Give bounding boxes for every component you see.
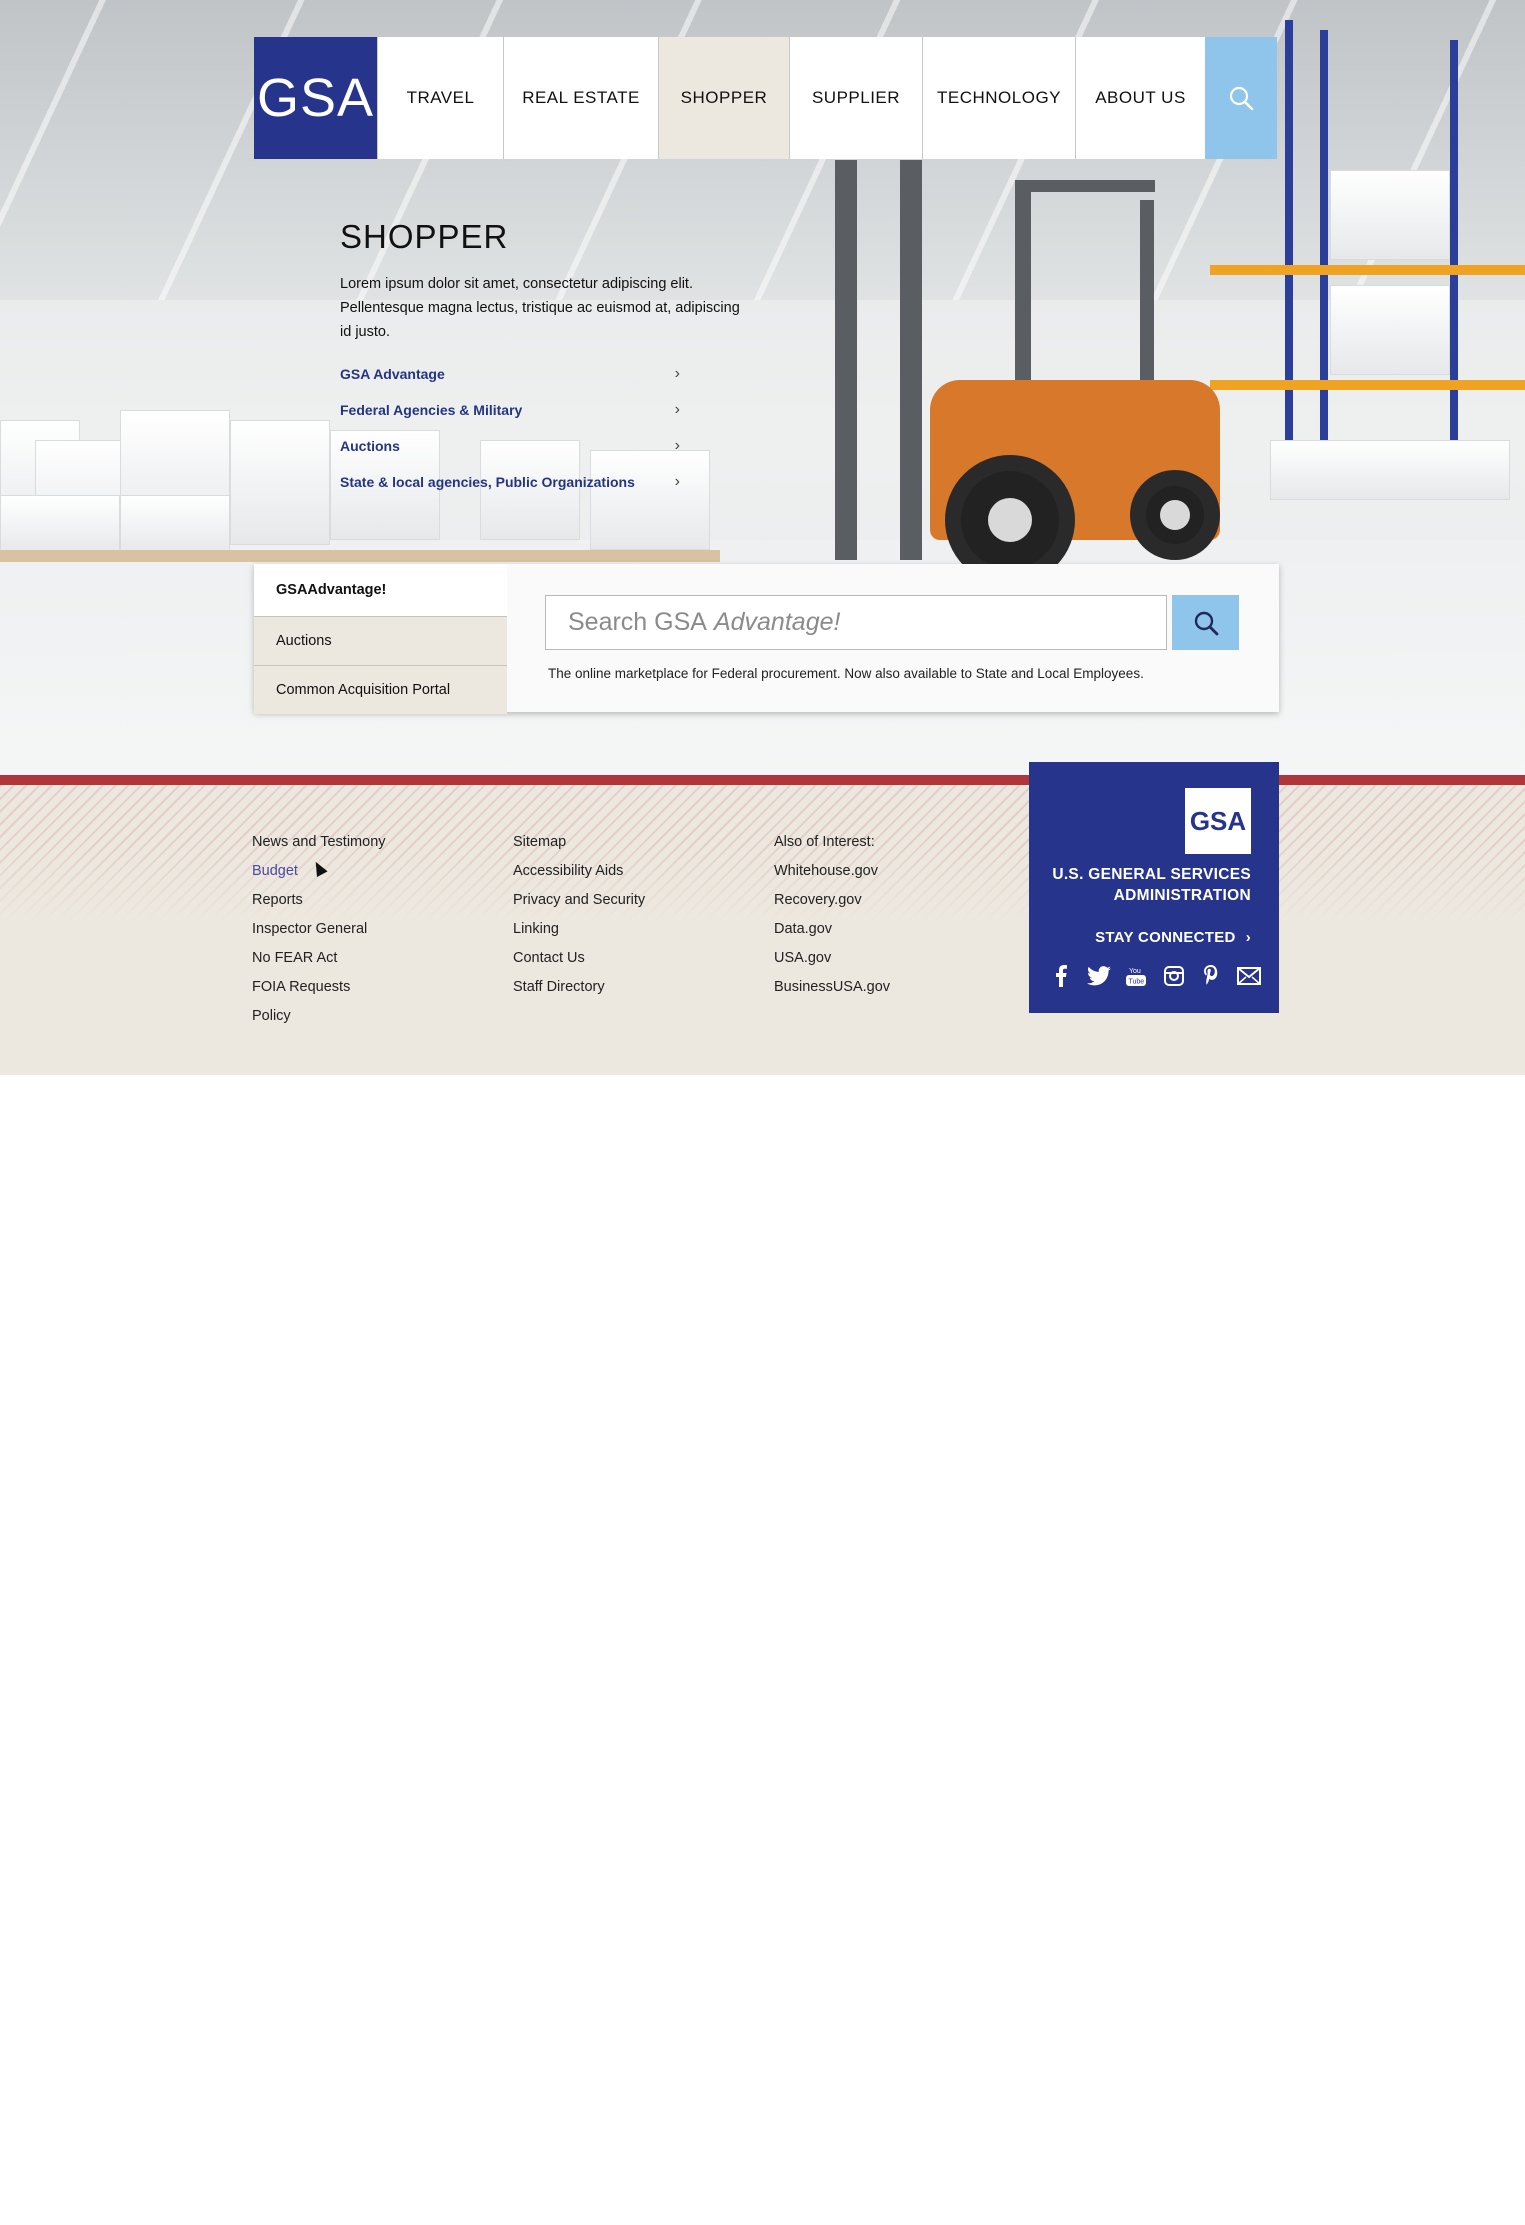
footer-link-usa[interactable]: USA.gov xyxy=(774,944,890,973)
agency-card: GSA U.S. GENERAL SERVICES ADMINISTRATION… xyxy=(1029,762,1279,1013)
footer-link-policy[interactable]: Policy xyxy=(252,1002,386,1031)
footer-col-3: Also of Interest: Whitehouse.gov Recover… xyxy=(774,828,890,1002)
pinterest-icon[interactable] xyxy=(1199,964,1223,988)
footer-link-whitehouse[interactable]: Whitehouse.gov xyxy=(774,857,890,886)
search-panel: GSAAdvantage! Auctions Common Acquisitio… xyxy=(254,564,1279,714)
chevron-right-icon: › xyxy=(674,473,680,490)
search-icon xyxy=(1229,86,1254,111)
footer-heading-also-of-interest: Also of Interest: xyxy=(774,834,875,850)
tab-gsa-advantage[interactable]: GSAAdvantage! xyxy=(254,564,507,616)
chevron-right-icon: › xyxy=(674,365,680,382)
nav-technology[interactable]: TECHNOLOGY xyxy=(922,37,1075,159)
link-label: Auctions xyxy=(340,438,400,454)
forklift-mast xyxy=(900,160,922,560)
gsa-logo-text: GSA xyxy=(256,68,375,128)
search-placeholder-italic: Advantage! xyxy=(713,608,841,636)
search-submit-button[interactable] xyxy=(1172,595,1239,650)
link-federal-agencies[interactable]: Federal Agencies & Military › xyxy=(340,392,680,428)
forklift-wheel xyxy=(1130,470,1220,560)
chevron-right-icon: › xyxy=(674,437,680,454)
pallet xyxy=(0,550,720,562)
gsa-seal-logo[interactable]: GSA xyxy=(1185,788,1251,854)
nav-real-estate[interactable]: REAL ESTATE xyxy=(503,37,658,159)
nav-about-us[interactable]: ABOUT US xyxy=(1075,37,1205,159)
chevron-right-icon: › xyxy=(1245,929,1251,946)
footer-col-1: News and Testimony Budget Reports Inspec… xyxy=(252,828,386,1031)
stay-connected-link[interactable]: STAY CONNECTED › xyxy=(1095,929,1251,946)
email-icon[interactable] xyxy=(1236,964,1261,988)
gsa-logo[interactable]: GSA xyxy=(254,37,377,159)
footer-link-data[interactable]: Data.gov xyxy=(774,915,890,944)
forklift-mast xyxy=(835,160,857,560)
agency-name-line2: ADMINISTRATION xyxy=(1113,887,1251,904)
tab-auctions[interactable]: Auctions xyxy=(254,616,507,665)
agency-name-line1: U.S. GENERAL SERVICES xyxy=(1052,866,1251,883)
footer-stripe xyxy=(0,775,1525,785)
chevron-right-icon: › xyxy=(674,401,680,418)
agency-name: U.S. GENERAL SERVICES ADMINISTRATION xyxy=(1031,864,1251,906)
footer-link-linking[interactable]: Linking xyxy=(513,915,645,944)
forklift-cage xyxy=(1015,180,1155,192)
social-links: You Tube xyxy=(1049,964,1261,988)
footer-link-businessusa[interactable]: BusinessUSA.gov xyxy=(774,973,890,1002)
footer-link-recovery[interactable]: Recovery.gov xyxy=(774,886,890,915)
youtube-icon[interactable]: You Tube xyxy=(1124,964,1148,988)
warehouse-box xyxy=(1330,170,1450,260)
footer-link-staff-directory[interactable]: Staff Directory xyxy=(513,973,645,1002)
footer-link-privacy[interactable]: Privacy and Security xyxy=(513,886,645,915)
tab-common-acquisition-portal[interactable]: Common Acquisition Portal xyxy=(254,665,507,714)
nav-shopper[interactable]: SHOPPER xyxy=(658,37,789,159)
search-placeholder: Search GSA xyxy=(568,608,707,636)
footer-col-2: Sitemap Accessibility Aids Privacy and S… xyxy=(513,828,645,1002)
nav-supplier[interactable]: SUPPLIER xyxy=(789,37,922,159)
link-auctions[interactable]: Auctions › xyxy=(340,428,680,464)
search-icon xyxy=(1194,611,1218,635)
footer-link-no-fear[interactable]: No FEAR Act xyxy=(252,944,386,973)
svg-text:You: You xyxy=(1129,968,1141,975)
footer-link-contact[interactable]: Contact Us xyxy=(513,944,645,973)
rack-post xyxy=(1320,30,1328,490)
agency-logo-text: GSA xyxy=(1189,805,1247,836)
svg-text:Tube: Tube xyxy=(1129,979,1145,986)
stay-connected-label: STAY CONNECTED xyxy=(1095,929,1236,946)
rack-beam xyxy=(1210,265,1525,275)
search-input[interactable]: Search GSA Advantage! xyxy=(545,595,1167,650)
search-tabs: GSAAdvantage! Auctions Common Acquisitio… xyxy=(254,564,507,714)
link-label: State & local agencies, Public Organizat… xyxy=(340,474,635,490)
footer-link-sitemap[interactable]: Sitemap xyxy=(513,828,645,857)
footer-link-foia[interactable]: FOIA Requests xyxy=(252,973,386,1002)
footer-link-accessibility[interactable]: Accessibility Aids xyxy=(513,857,645,886)
search-description: The online marketplace for Federal procu… xyxy=(548,666,1144,681)
footer-link-news[interactable]: News and Testimony xyxy=(252,828,386,857)
footer-link-inspector-general[interactable]: Inspector General xyxy=(252,915,386,944)
intro-text: Lorem ipsum dolor sit amet, consectetur … xyxy=(340,276,740,340)
footer: News and Testimony Budget Reports Inspec… xyxy=(0,785,1525,1075)
rack-beam xyxy=(1210,380,1525,390)
instagram-icon[interactable] xyxy=(1162,964,1186,988)
warehouse-box xyxy=(120,495,230,555)
page-title: SHOPPER xyxy=(340,218,509,255)
facebook-icon[interactable] xyxy=(1049,964,1073,988)
link-state-local[interactable]: State & local agencies, Public Organizat… xyxy=(340,464,680,500)
link-gsa-advantage[interactable]: GSA Advantage › xyxy=(340,356,680,392)
warehouse-box xyxy=(0,495,120,555)
footer-link-reports[interactable]: Reports xyxy=(252,886,386,915)
link-label: GSA Advantage xyxy=(340,366,445,382)
warehouse-box xyxy=(1330,285,1450,375)
shopper-intro: SHOPPER Lorem ipsum dolor sit amet, cons… xyxy=(340,218,750,500)
link-label: Federal Agencies & Military xyxy=(340,402,523,418)
nav-search-button[interactable] xyxy=(1205,37,1277,159)
warehouse-box xyxy=(1270,440,1510,500)
nav-travel[interactable]: TRAVEL xyxy=(377,37,503,159)
rack-post xyxy=(1285,20,1293,490)
warehouse-box xyxy=(230,420,330,545)
main-nav: GSA TRAVEL REAL ESTATE SHOPPER SUPPLIER … xyxy=(254,37,1277,159)
twitter-icon[interactable] xyxy=(1086,964,1111,988)
